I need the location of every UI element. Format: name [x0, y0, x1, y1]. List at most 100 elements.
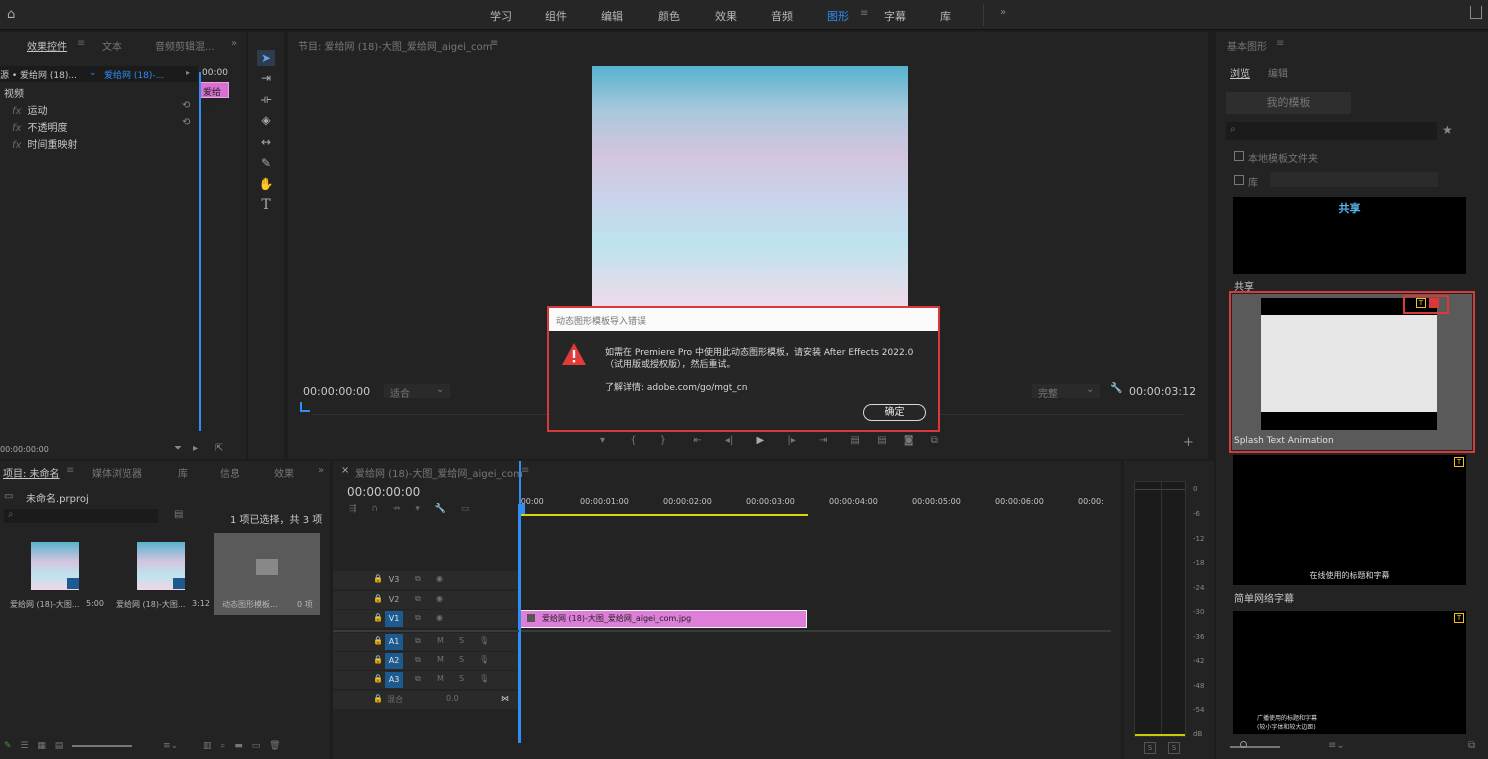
tab-audio-clip-mixer[interactable]: 音频剪辑混...	[155, 38, 215, 53]
pencil-icon[interactable]: ✎	[4, 741, 12, 751]
library-checkbox[interactable]	[1234, 175, 1244, 185]
step-back-icon[interactable]: ◂|	[725, 435, 733, 446]
new-item-icon[interactable]: ⧉	[1468, 740, 1475, 751]
workspace-libraries[interactable]: 库	[940, 8, 951, 24]
freeform-view-icon[interactable]: ▤	[55, 741, 64, 751]
nest-icon[interactable]: ⇶	[349, 504, 357, 514]
solo-left-button[interactable]: S	[1144, 742, 1156, 754]
workspace-effects[interactable]: 效果	[715, 8, 737, 24]
wrench-icon[interactable]: 🔧	[1110, 383, 1122, 394]
export-icon[interactable]: ⇱	[215, 443, 223, 454]
solo-button[interactable]: S	[459, 655, 464, 664]
solo-right-button[interactable]: S	[1168, 742, 1180, 754]
list-view-icon[interactable]: ☰	[20, 741, 28, 751]
solo-button[interactable]: S	[459, 636, 464, 645]
mini-clip[interactable]: 爱给网	[199, 82, 229, 111]
go-to-in-icon[interactable]: ⇤	[693, 435, 701, 446]
lock-icon[interactable]: 🔒	[373, 613, 383, 622]
track-header-v1[interactable]: 🔒 V1 ⧉ ◉	[333, 610, 518, 628]
button-editor-icon[interactable]: ⧉	[931, 435, 938, 446]
play-button-icon[interactable]: ▶	[757, 435, 765, 446]
track-header-mix[interactable]: 🔒 混合 0.0 ⋈	[333, 691, 518, 709]
more-workspaces-icon[interactable]: »	[1000, 7, 1006, 18]
go-to-out-icon[interactable]: ⇥	[819, 435, 827, 446]
type-tool-icon[interactable]: T	[257, 197, 275, 213]
fit-select[interactable]: 适合 ⌄	[384, 384, 450, 400]
mark-in-icon[interactable]: {	[630, 435, 636, 446]
reset-icon[interactable]: ⟲	[182, 117, 190, 128]
tab-edit[interactable]: 编辑	[1268, 65, 1288, 80]
library-select[interactable]	[1270, 172, 1438, 187]
project-item-thumbnail[interactable]	[137, 542, 185, 590]
eye-icon[interactable]: ◉	[436, 613, 443, 622]
quality-select[interactable]: 完整 ⌄	[1032, 384, 1100, 400]
selection-tool-icon[interactable]: ➤	[257, 50, 275, 66]
lock-icon[interactable]: 🔒	[373, 594, 383, 603]
menu-icon[interactable]: ≡	[860, 8, 868, 19]
new-bin-icon[interactable]: ▬	[234, 741, 243, 751]
find-icon[interactable]: ⌕	[220, 741, 225, 751]
lock-icon[interactable]: 🔒	[373, 636, 383, 645]
solo-button[interactable]: S	[459, 674, 464, 683]
step-forward-icon[interactable]: |▸	[787, 435, 795, 446]
microphone-icon[interactable]: 🎙	[479, 674, 489, 683]
go-to-end-icon[interactable]: ⋈	[501, 694, 509, 703]
ripple-edit-icon[interactable]: ⟛	[257, 91, 275, 107]
work-area-bar[interactable]	[520, 514, 808, 516]
sync-lock-icon[interactable]: ⧉	[415, 674, 421, 684]
template-card-online-titles[interactable]: T 在线使用的标题和字幕	[1233, 455, 1466, 585]
thumbnail-size-slider[interactable]	[1230, 746, 1280, 748]
workspace-graphics[interactable]: 图形	[827, 8, 849, 24]
sync-lock-icon[interactable]: ⧉	[415, 613, 421, 623]
sequence-tab[interactable]: 爱给网 (18)-大图_爱给网_aigei_com	[355, 465, 523, 480]
icon-view-icon[interactable]: ▦	[37, 741, 46, 751]
my-templates-button[interactable]: 我的模板	[1226, 92, 1351, 114]
lock-icon[interactable]: 🔒	[373, 655, 383, 664]
add-marker-icon[interactable]: ▾	[415, 504, 420, 514]
clip-label[interactable]: 爱给网 (18)-...	[104, 68, 164, 81]
home-icon[interactable]: ⌂	[7, 7, 15, 22]
mix-value[interactable]: 0.0	[446, 694, 459, 703]
tab-effect-controls[interactable]: 效果控件	[27, 38, 67, 53]
menu-icon[interactable]: ≡	[521, 465, 529, 476]
menu-icon[interactable]: ≡	[490, 38, 498, 49]
template-card-broadcast[interactable]: T 广播使用的标题和字幕 (较小字体和较大边距)	[1233, 611, 1466, 734]
new-item-icon[interactable]: ▭	[252, 741, 261, 751]
settings-wrench-icon[interactable]: 🔧	[435, 504, 446, 514]
sync-lock-icon[interactable]: ⧉	[415, 655, 421, 665]
slip-icon[interactable]: ↔	[257, 134, 275, 150]
lock-icon[interactable]: 🔒	[373, 694, 383, 703]
ok-button[interactable]: 确定	[863, 404, 926, 421]
bin-filter-icon[interactable]: ▤	[174, 509, 183, 520]
mute-button[interactable]: M	[437, 636, 444, 645]
add-button-icon[interactable]: +	[1183, 435, 1194, 450]
tab-libraries[interactable]: 库	[178, 465, 188, 480]
microphone-icon[interactable]: 🎙	[479, 655, 489, 664]
trash-icon[interactable]: 🗑	[269, 741, 280, 751]
sync-lock-icon[interactable]: ⧉	[415, 594, 421, 604]
slider-handle[interactable]	[1240, 741, 1247, 748]
workspace-editing[interactable]: 编辑	[601, 8, 623, 24]
workspace-captions[interactable]: 字幕	[884, 8, 906, 24]
captions-icon[interactable]: ▭	[461, 504, 470, 514]
more-panels-icon[interactable]: »	[318, 465, 324, 476]
timeline-timecode[interactable]: 00:00:00:00	[347, 485, 420, 499]
eye-icon[interactable]: ◉	[436, 574, 443, 583]
menu-icon[interactable]: ≡	[1276, 38, 1284, 49]
program-video-frame[interactable]	[592, 66, 908, 316]
lift-icon[interactable]: ▤	[851, 435, 860, 446]
local-folder-checkbox[interactable]	[1234, 151, 1244, 161]
mute-button[interactable]: M	[437, 655, 444, 664]
track-header-v2[interactable]: 🔒 V2 ⧉ ◉	[333, 591, 518, 609]
tab-info[interactable]: 信息	[220, 465, 240, 480]
dialog-details-link[interactable]: 了解详情: adobe.com/go/mgt_cn	[605, 380, 747, 393]
tab-browse[interactable]: 浏览	[1230, 65, 1250, 80]
project-item-thumbnail[interactable]	[31, 542, 79, 590]
lock-icon[interactable]: 🔒	[373, 574, 383, 583]
template-card-splash[interactable]: T Splash Text Animation	[1232, 294, 1472, 450]
track-header-a2[interactable]: 🔒 A2 ⧉ M S 🎙	[333, 652, 518, 670]
mute-button[interactable]: M	[437, 674, 444, 683]
tab-text[interactable]: 文本	[102, 38, 122, 53]
lock-icon[interactable]: 🔒	[373, 674, 383, 683]
eye-icon[interactable]: ◉	[436, 594, 443, 603]
